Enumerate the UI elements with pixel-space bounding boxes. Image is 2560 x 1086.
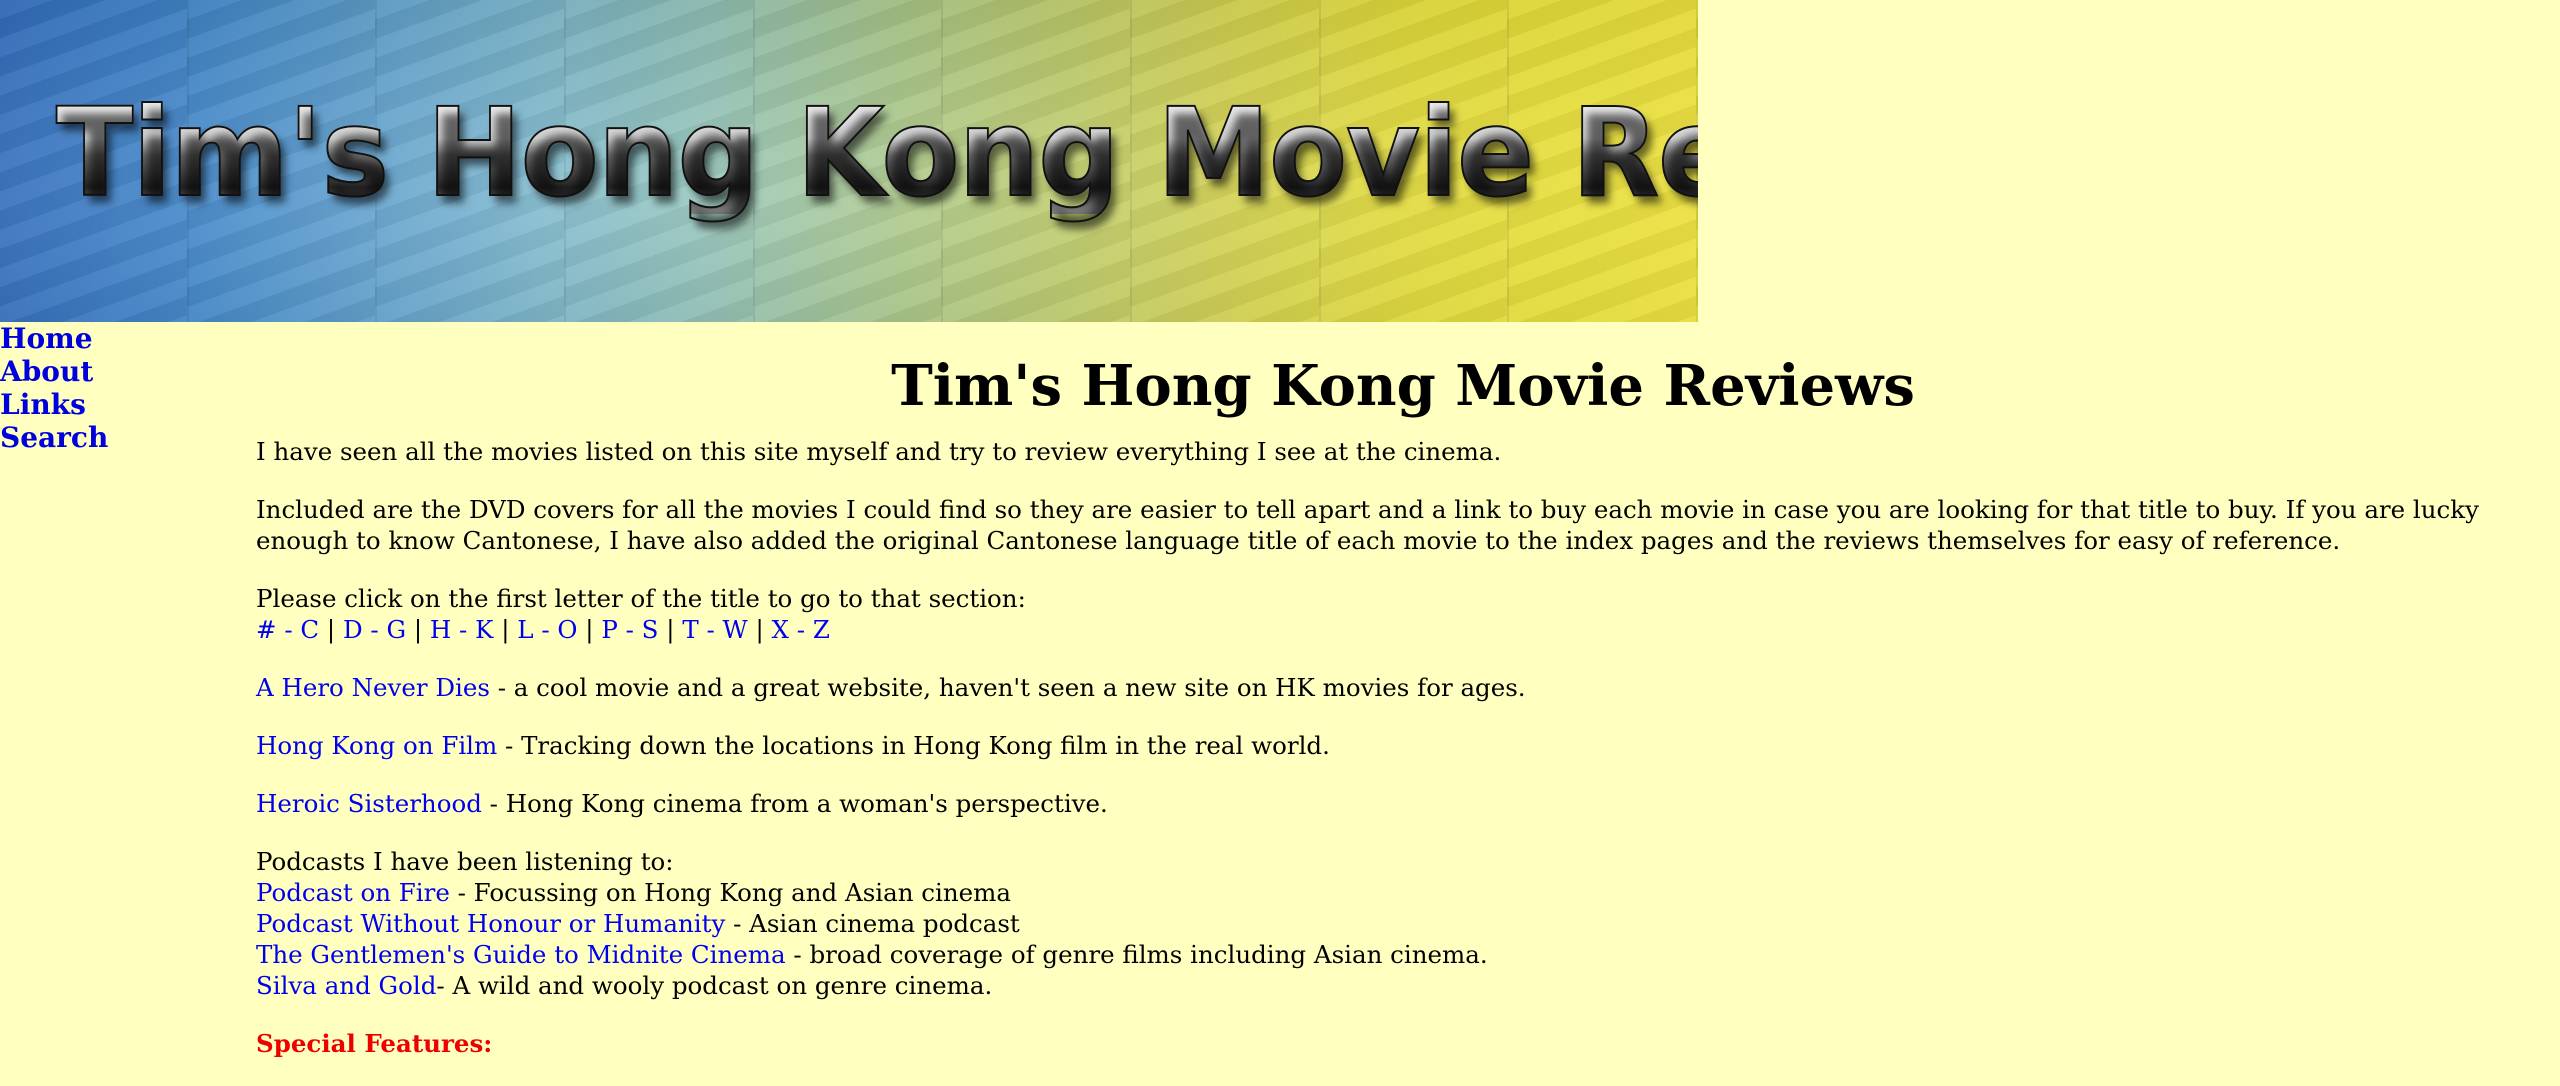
- hong-kong-on-film-link[interactable]: Hong Kong on Film: [256, 731, 497, 760]
- podcasts-heading: Podcasts I have been listening to:: [256, 847, 674, 876]
- podcast-description: - Asian cinema podcast: [725, 909, 1020, 938]
- letter-separator: |: [493, 615, 518, 644]
- special-features-heading: Special Features:: [256, 1029, 493, 1058]
- nav-search-link[interactable]: Search: [0, 421, 108, 454]
- letter-separator: |: [577, 615, 602, 644]
- site-banner: Tim's Hong Kong Movie Reviews: [0, 0, 1698, 322]
- letter-link-h-k[interactable]: H - K: [430, 615, 494, 644]
- letter-separator: |: [747, 615, 772, 644]
- letter-links: # - C | D - G | H - K | L - O | P - S | …: [256, 615, 830, 644]
- letter-separator: |: [319, 615, 343, 644]
- a-hero-never-dies-link[interactable]: A Hero Never Dies: [256, 673, 490, 702]
- nav-links-link[interactable]: Links: [0, 388, 108, 421]
- main-content: Tim's Hong Kong Movie Reviews I have see…: [256, 322, 2550, 1086]
- side-nav: Home About Links Search: [0, 322, 108, 454]
- letter-separator: |: [658, 615, 683, 644]
- nav-home-link[interactable]: Home: [0, 322, 108, 355]
- gentlemens-guide-link[interactable]: The Gentlemen's Guide to Midnite Cinema: [256, 940, 786, 969]
- podcast-description: - broad coverage of genre films includin…: [785, 940, 1488, 969]
- letter-separator: |: [406, 615, 430, 644]
- link-entry: Heroic Sisterhood - Hong Kong cinema fro…: [256, 788, 2550, 819]
- podcast-on-fire-link[interactable]: Podcast on Fire: [256, 878, 450, 907]
- letter-link-t-w[interactable]: T - W: [682, 615, 747, 644]
- link-entry: Hong Kong on Film - Tracking down the lo…: [256, 730, 2550, 761]
- intro-paragraph: I have seen all the movies listed on thi…: [256, 437, 1502, 466]
- link-description: - Tracking down the locations in Hong Ko…: [497, 731, 1330, 760]
- silva-and-gold-link[interactable]: Silva and Gold: [256, 971, 436, 1000]
- nav-about-link[interactable]: About: [0, 355, 108, 388]
- link-entry: A Hero Never Dies - a cool movie and a g…: [256, 672, 2550, 703]
- podcast-description: - A wild and wooly podcast on genre cine…: [436, 971, 993, 1000]
- letter-link-p-s[interactable]: P - S: [601, 615, 658, 644]
- podcast-without-honour-link[interactable]: Podcast Without Honour or Humanity: [256, 909, 725, 938]
- banner-title: Tim's Hong Kong Movie Reviews: [55, 91, 1698, 215]
- letter-link-l-o[interactable]: L - O: [517, 615, 577, 644]
- podcast-description: - Focussing on Hong Kong and Asian cinem…: [449, 878, 1011, 907]
- link-description: - a cool movie and a great website, have…: [489, 673, 1526, 702]
- letter-prompt: Please click on the first letter of the …: [256, 584, 1026, 613]
- letter-index: Please click on the first letter of the …: [256, 583, 2550, 645]
- link-description: - Hong Kong cinema from a woman's perspe…: [481, 789, 1108, 818]
- dvd-paragraph: Included are the DVD covers for all the …: [256, 495, 2479, 555]
- letter-link-hash-c[interactable]: # - C: [256, 615, 319, 644]
- heroic-sisterhood-link[interactable]: Heroic Sisterhood: [256, 789, 482, 818]
- podcasts-section: Podcasts I have been listening to: Podca…: [256, 846, 2550, 1001]
- letter-link-d-g[interactable]: D - G: [343, 615, 406, 644]
- page-title: Tim's Hong Kong Movie Reviews: [891, 353, 1915, 419]
- letter-link-x-z[interactable]: X - Z: [772, 615, 830, 644]
